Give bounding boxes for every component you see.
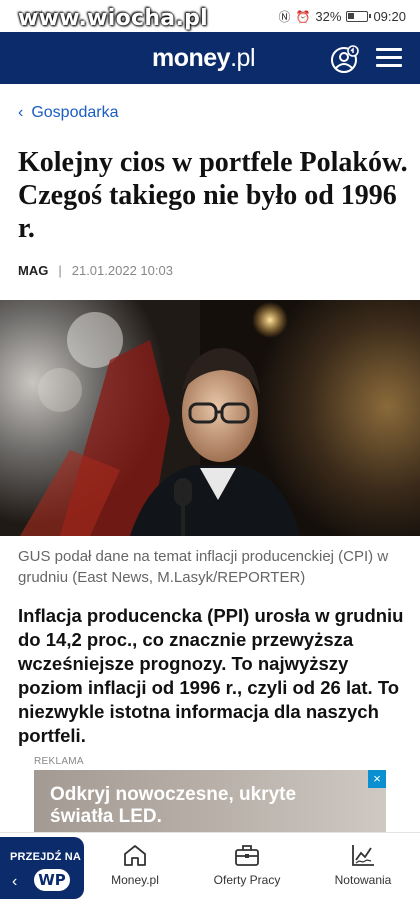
- article-title: Kolejny cios w portfele Polaków. Czegoś …: [18, 147, 408, 244]
- image-caption: GUS podał dane na temat inflacji produce…: [18, 548, 389, 586]
- alarm-icon: ⏰: [295, 9, 311, 24]
- breadcrumb[interactable]: ‹ Gospodarka: [18, 104, 119, 122]
- logo-tld: .pl: [230, 44, 255, 72]
- hamburger-menu-icon[interactable]: [376, 48, 402, 68]
- article-lead: Inflacja producencka (PPI) urosła w grud…: [18, 605, 404, 746]
- chart-icon: [352, 845, 374, 866]
- ad-label: REKLAMA: [34, 756, 84, 767]
- logo-main: money: [152, 44, 231, 72]
- user-account-icon[interactable]: [330, 44, 360, 74]
- ad-text: Odkryj nowoczesne, ukryte światła LED.: [50, 784, 297, 827]
- briefcase-icon: [235, 845, 259, 866]
- nav-label-quotes: Notowania: [334, 873, 392, 887]
- article-date: 21.01.2022 10:03: [71, 263, 173, 278]
- ad-close-icon[interactable]: ×: [368, 770, 386, 788]
- breadcrumb-label: Gospodarka: [31, 104, 119, 121]
- app-header: money.pl: [0, 32, 420, 84]
- wp-logo: WP: [34, 869, 70, 891]
- nav-item-money[interactable]: Money.pl: [102, 843, 168, 899]
- switch-to-wp-button[interactable]: PRZEJDŹ NA ‹ WP: [0, 837, 84, 899]
- battery-percent: 32%: [315, 9, 342, 24]
- ad-banner[interactable]: Odkryj nowoczesne, ukryte światła LED. ×: [34, 770, 386, 832]
- money-logo[interactable]: money.pl: [152, 44, 255, 73]
- nav-item-jobs[interactable]: Oferty Pracy: [206, 843, 288, 899]
- nfc-icon: Ⓝ: [278, 10, 291, 24]
- status-bar: Plus www.wiocha.pl Ⓝ ⏰ 32% 09:20: [0, 0, 420, 32]
- bottom-nav: PRZEJDŹ NA ‹ WP Money.pl Oferty Pracy No…: [0, 832, 420, 900]
- nav-item-quotes[interactable]: Notowania: [330, 843, 396, 899]
- article-author[interactable]: MAG: [18, 263, 48, 278]
- nav-label-money: Money.pl: [111, 873, 159, 887]
- meta-separator: |: [58, 263, 62, 278]
- battery-icon: [346, 11, 372, 22]
- nav-label-jobs: Oferty Pracy: [213, 873, 281, 887]
- article-meta: MAG | 21.01.2022 10:03: [18, 263, 173, 278]
- watermark: www.wiocha.pl: [18, 6, 208, 31]
- chevron-left-icon: ‹: [18, 104, 24, 121]
- home-icon: [124, 845, 146, 866]
- status-right: Ⓝ ⏰ 32% 09:20: [278, 8, 406, 25]
- switch-label: PRZEJDŹ NA: [10, 851, 82, 863]
- article-hero-image[interactable]: [0, 300, 420, 536]
- clock: 09:20: [373, 9, 406, 24]
- chevron-left-icon: ‹: [12, 873, 18, 890]
